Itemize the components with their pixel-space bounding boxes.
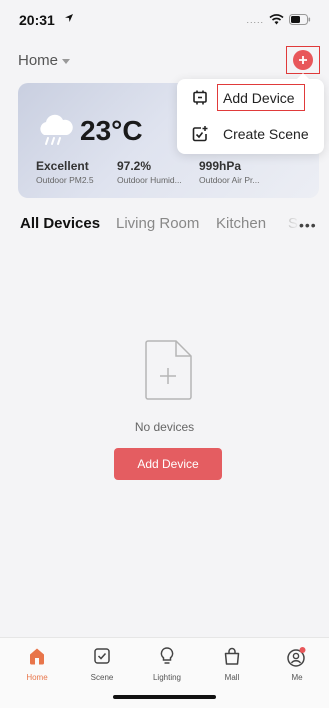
empty-file-icon (145, 340, 192, 400)
caret-down-icon (62, 59, 71, 64)
metric-humidity: 97.2% Outdoor Humid... (117, 159, 182, 185)
plus-icon (299, 56, 307, 64)
metric-label: Outdoor PM2.5 (36, 175, 94, 185)
nav-mall[interactable]: Mall (207, 646, 257, 682)
add-device-icon (193, 90, 207, 105)
create-scene-icon (192, 126, 208, 142)
scene-icon (94, 648, 110, 664)
popup-arrow (297, 73, 309, 79)
wifi-icon (269, 14, 284, 25)
status-time: 20:31 (19, 12, 55, 28)
add-button[interactable] (293, 50, 313, 70)
metric-air-pressure: 999hPa Outdoor Air Pr... (199, 159, 259, 185)
nav-label: Me (291, 673, 303, 682)
menu-item-label: Create Scene (223, 126, 309, 142)
metric-label: Outdoor Air Pr... (199, 175, 260, 185)
temperature: 23°C (80, 115, 143, 146)
nav-me[interactable]: Me (272, 646, 322, 682)
home-selector-label: Home (18, 52, 59, 69)
metric-value: 97.2% (117, 159, 152, 173)
home-indicator (113, 695, 216, 699)
battery-icon (289, 14, 311, 25)
add-popup-menu: Add Device Create Scene (177, 73, 324, 154)
metric-label: Outdoor Humid... (117, 175, 182, 185)
tab-all-devices[interactable]: All Devices (20, 215, 100, 232)
add-button-highlight[interactable] (286, 46, 320, 74)
nav-lighting[interactable]: Lighting (142, 646, 192, 682)
menu-item-label: Add Device (223, 90, 295, 106)
tab-living-room[interactable]: Living Room (116, 215, 199, 232)
no-devices-text: No devices (134, 420, 195, 434)
metric-value: 999hPa (199, 159, 242, 173)
lighting-icon (160, 647, 174, 664)
room-tabs: All Devices Living Room Kitchen S ••• (0, 215, 329, 239)
me-icon (287, 647, 306, 667)
nav-scene[interactable]: Scene (77, 646, 127, 682)
signal-dots: ..... (246, 14, 264, 25)
nav-label: Mall (224, 673, 240, 682)
menu-item-add-device[interactable]: Add Device (177, 80, 324, 116)
more-tabs-button[interactable]: ••• (299, 217, 317, 233)
nav-label: Lighting (152, 673, 182, 682)
status-bar: 20:31 ..... (0, 0, 329, 40)
nav-label: Scene (90, 673, 114, 682)
home-icon (30, 648, 44, 665)
home-selector[interactable]: Home (18, 52, 71, 69)
mall-icon (224, 647, 240, 665)
rain-cloud-icon (40, 114, 73, 145)
metric-pm25: Excellent Outdoor PM2.5 (36, 159, 94, 185)
tab-kitchen[interactable]: Kitchen (216, 215, 266, 232)
add-device-button[interactable]: Add Device (114, 448, 222, 480)
status-indicators: ..... (246, 14, 311, 25)
location-arrow-icon (65, 14, 73, 22)
metric-value: Excellent (36, 159, 89, 173)
menu-item-create-scene[interactable]: Create Scene (177, 116, 324, 152)
nav-home[interactable]: Home (12, 646, 62, 682)
nav-label: Home (26, 673, 48, 682)
